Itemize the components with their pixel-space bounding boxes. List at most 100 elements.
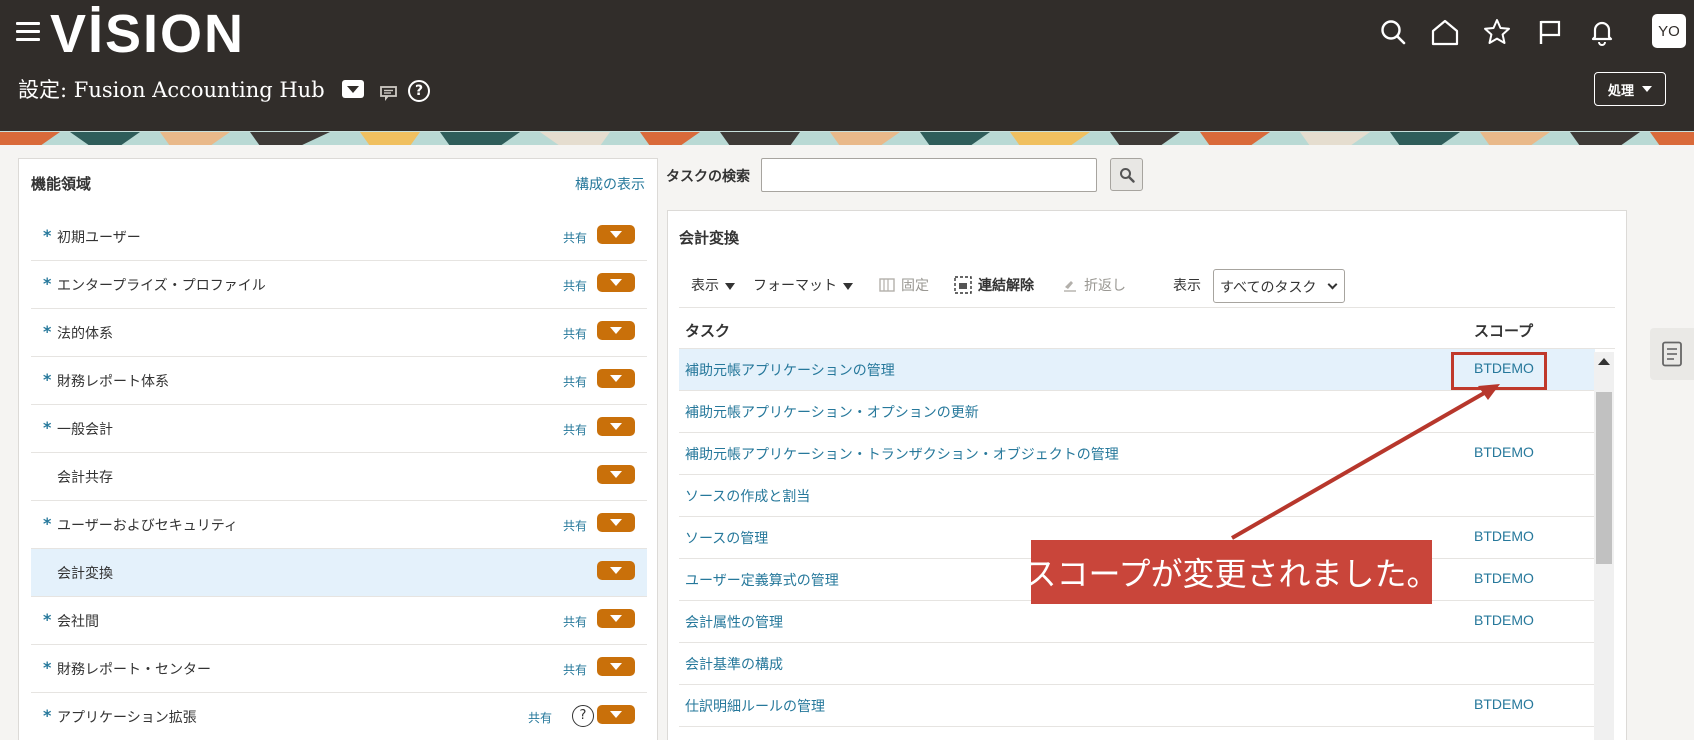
notifications-bell-icon[interactable] — [1584, 14, 1620, 50]
area-actions-dropdown-button[interactable] — [597, 561, 635, 580]
shared-badge: 共有 — [563, 279, 588, 293]
table-row[interactable]: 仕訳明細ルールの管理 BTDEMO — [679, 685, 1595, 727]
functional-area-item[interactable]: * 一般会計 共有 — [31, 405, 647, 453]
shared-badge: 共有 — [563, 423, 588, 437]
task-link[interactable]: 補助元帳アプリケーション・オプションの更新 — [685, 402, 979, 422]
task-link[interactable]: 会計基準の構成 — [685, 654, 783, 674]
title-dropdown-icon[interactable] — [342, 80, 364, 98]
functional-area-label[interactable]: 法的体系 — [57, 323, 113, 343]
functional-area-label[interactable]: 会計共存 — [57, 467, 113, 487]
comment-icon[interactable] — [380, 84, 400, 106]
shared-badge: 共有 — [563, 327, 588, 341]
area-actions-dropdown-button[interactable] — [597, 657, 635, 676]
search-icon[interactable] — [1375, 14, 1411, 50]
show-tasks-select[interactable]: すべてのタスク — [1213, 269, 1345, 303]
area-actions-dropdown-button[interactable] — [597, 417, 635, 436]
scope-link[interactable]: BTDEMO — [1474, 612, 1534, 628]
task-link[interactable]: ソースの作成と割当 — [685, 486, 810, 506]
functional-area-item[interactable]: * 法的体系 共有 — [31, 309, 647, 357]
required-marker: * — [43, 706, 52, 725]
favorites-star-icon[interactable] — [1479, 14, 1515, 50]
functional-area-label[interactable]: エンタープライズ・プロファイル — [57, 275, 266, 295]
scope-link[interactable]: BTDEMO — [1474, 528, 1534, 544]
user-avatar[interactable]: YO — [1652, 14, 1686, 48]
column-header-task[interactable]: タスク — [685, 320, 730, 341]
area-actions-dropdown-button[interactable] — [597, 513, 635, 532]
functional-area-item[interactable]: 会計共存 — [31, 453, 647, 501]
wrap-button[interactable]: 折返し — [1062, 275, 1126, 295]
caret-down-icon — [1642, 86, 1652, 92]
app-logo[interactable]: VİSION — [50, 4, 245, 64]
scroll-up-icon[interactable] — [1598, 358, 1610, 365]
side-drawer-tab[interactable] — [1650, 328, 1694, 380]
functional-area-item[interactable]: * 初期ユーザー 共有 — [31, 213, 647, 261]
area-actions-dropdown-button[interactable] — [597, 321, 635, 340]
scrollbar-thumb[interactable] — [1596, 392, 1612, 564]
scope-highlight-box — [1451, 352, 1547, 390]
search-button[interactable] — [1110, 158, 1143, 191]
task-search-input[interactable] — [761, 158, 1097, 192]
help-icon[interactable]: ? — [572, 705, 594, 727]
functional-area-label[interactable]: 会社間 — [57, 611, 99, 631]
required-marker: * — [43, 610, 52, 629]
help-icon[interactable]: ? — [408, 80, 430, 102]
show-configuration-link[interactable]: 構成の表示 — [575, 174, 645, 194]
required-marker: * — [43, 226, 52, 245]
detach-button[interactable]: 連結解除 — [954, 275, 1034, 295]
actions-label: 処理 — [1607, 83, 1634, 99]
functional-area-label[interactable]: 財務レポート体系 — [57, 371, 169, 391]
functional-area-label[interactable]: ユーザーおよびセキュリティ — [57, 515, 238, 535]
functional-areas-panel: 機能領域 構成の表示 * 初期ユーザー 共有 * エンタープライズ・プロファイル 共有 * 法… — [18, 158, 658, 740]
required-marker: * — [43, 322, 52, 341]
task-link[interactable]: 仕訳明細ルールの管理 — [685, 696, 825, 716]
scope-link[interactable]: BTDEMO — [1474, 444, 1534, 460]
table-row[interactable]: ソースの作成と割当 — [679, 475, 1595, 517]
area-actions-dropdown-button[interactable] — [597, 609, 635, 628]
table-row[interactable]: 会計基準の構成 — [679, 643, 1595, 685]
caret-down-icon — [843, 282, 853, 290]
table-row[interactable]: 会計属性の管理 BTDEMO — [679, 601, 1595, 643]
area-actions-dropdown-button[interactable] — [597, 705, 635, 724]
functional-area-label[interactable]: アプリケーション拡張 — [57, 707, 197, 727]
functional-area-label[interactable]: 会計変換 — [57, 563, 113, 583]
task-link[interactable]: 補助元帳アプリケーションの管理 — [685, 360, 895, 380]
functional-area-item[interactable]: * エンタープライズ・プロファイル 共有 — [31, 261, 647, 309]
scope-link[interactable]: BTDEMO — [1474, 570, 1534, 586]
functional-area-item[interactable]: * 財務レポート・センター 共有 — [31, 645, 647, 693]
task-link[interactable]: 会計属性の管理 — [685, 612, 783, 632]
show-tasks-select-value: すべてのタスク — [1220, 280, 1317, 296]
functional-area-label[interactable]: 初期ユーザー — [57, 227, 141, 247]
area-actions-dropdown-button[interactable] — [597, 273, 635, 292]
functional-area-item[interactable]: * ユーザーおよびセキュリティ 共有 — [31, 501, 647, 549]
required-marker: * — [43, 370, 52, 389]
freeze-icon — [879, 278, 895, 292]
format-menu[interactable]: フォーマット — [753, 275, 853, 295]
freeze-button[interactable]: 固定 — [879, 275, 929, 295]
functional-area-label[interactable]: 財務レポート・センター — [57, 659, 211, 679]
area-actions-dropdown-button[interactable] — [597, 465, 635, 484]
area-actions-dropdown-button[interactable] — [597, 369, 635, 388]
scope-link[interactable]: BTDEMO — [1474, 696, 1534, 712]
actions-menu-button[interactable]: 処理 — [1594, 72, 1666, 106]
functional-area-item[interactable]: 会計変換 — [31, 549, 647, 597]
functional-area-label[interactable]: 一般会計 — [57, 419, 113, 439]
task-link[interactable]: 補助元帳アプリケーション・トランザクション・オブジェクトの管理 — [685, 444, 1119, 464]
functional-area-item[interactable]: * 財務レポート体系 共有 — [31, 357, 647, 405]
functional-area-item[interactable]: * 会社間 共有 — [31, 597, 647, 645]
task-link[interactable]: ソースの管理 — [685, 528, 768, 548]
home-icon[interactable] — [1427, 14, 1463, 50]
column-header-scope[interactable]: スコープ — [1474, 320, 1533, 341]
table-row[interactable]: 補助元帳アプリケーション・トランザクション・オブジェクトの管理 BTDEMO — [679, 433, 1595, 475]
area-actions-dropdown-button[interactable] — [597, 225, 635, 244]
functional-area-item[interactable]: * アプリケーション拡張 共有? — [31, 693, 647, 740]
task-link[interactable]: ユーザー定義算式の管理 — [685, 570, 839, 590]
hamburger-menu-icon[interactable] — [16, 22, 40, 42]
view-menu[interactable]: 表示 — [691, 275, 735, 295]
detach-icon — [954, 276, 972, 294]
wrap-icon — [1064, 281, 1076, 292]
flag-icon[interactable] — [1532, 14, 1568, 50]
table-row[interactable]: 補助元帳アプリケーション・オプションの更新 — [679, 391, 1595, 433]
table-scrollbar[interactable] — [1594, 352, 1614, 740]
table-toolbar: 表示 フォーマット 固定 連結解除 折返し 表示 すべてのタスク — [679, 267, 1609, 303]
functional-area-list: * 初期ユーザー 共有 * エンタープライズ・プロファイル 共有 * 法的体系 共有 * 財務レポー… — [31, 213, 647, 740]
